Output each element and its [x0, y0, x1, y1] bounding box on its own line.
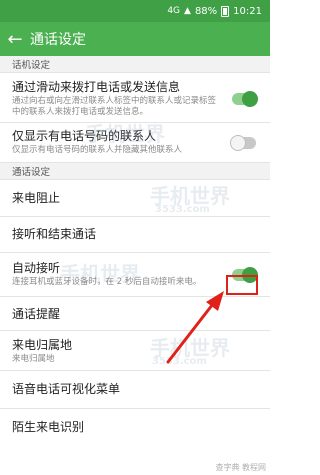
setting-visual-voice-menu[interactable]: 语音电话可视化菜单: [0, 371, 270, 409]
section-header-phone-settings: 话机设定: [0, 56, 270, 73]
setting-title: 自动接听: [12, 261, 61, 275]
section-header-call-settings: 通话设定: [0, 163, 270, 180]
status-bar: 4G ▲ 88% 10:21: [0, 0, 270, 22]
setting-subtitle: 仅显示有电话号码的联系人并隐藏其他联系人: [12, 145, 183, 155]
setting-only-contacts-with-numbers[interactable]: 仅显示有电话号码的联系人 仅显示有电话号码的联系人并隐藏其他联系人: [0, 123, 270, 163]
setting-title: 来电归属地: [12, 338, 73, 352]
footer-watermark: 查字典 教程网: [215, 463, 266, 472]
setting-subtitle: 连接耳机或蓝牙设备时，在 2 秒后自动接听来电。: [12, 277, 202, 287]
setting-subtitle: 通过向右或向左滑过联系人标签中的联系人或记录标签中的联系人来拨打电话或发送信息。: [12, 96, 217, 117]
setting-call-blocking[interactable]: 来电阻止: [0, 180, 270, 217]
toggle-knob: [230, 135, 246, 151]
setting-title: 接听和结束通话: [12, 227, 97, 241]
battery-percentage: 88%: [194, 5, 218, 17]
signal-icon: ▲: [184, 5, 191, 16]
setting-title: 通话提醒: [12, 307, 61, 321]
annotation-highlight-box: [226, 275, 258, 295]
setting-caller-location[interactable]: 来电归属地 来电归属地: [0, 331, 270, 371]
setting-title: 语音电话可视化菜单: [12, 382, 121, 396]
setting-title: 通过滑动来拨打电话或发送信息: [12, 80, 181, 94]
clock: 10:21: [233, 5, 262, 17]
setting-subtitle: 来电归属地: [12, 354, 55, 364]
setting-swipe-to-call[interactable]: 通过滑动来拨打电话或发送信息 通过向右或向左滑过联系人标签中的联系人或记录标签中…: [0, 73, 270, 123]
swipe-to-call-toggle[interactable]: [232, 91, 258, 107]
page-title: 通话设定: [30, 32, 86, 48]
setting-call-alerts[interactable]: 通话提醒: [0, 297, 270, 331]
toggle-knob: [242, 91, 258, 107]
only-contacts-with-numbers-toggle[interactable]: [230, 135, 256, 151]
app-bar: ← 通话设定: [0, 22, 270, 56]
setting-unknown-caller-id[interactable]: 陌生来电识别: [0, 409, 270, 445]
settings-list[interactable]: 话机设定 通过滑动来拨打电话或发送信息 通过向右或向左滑过联系人标签中的联系人或…: [0, 56, 270, 475]
network-type-icon: 4G: [167, 5, 181, 16]
setting-title: 来电阻止: [12, 191, 61, 205]
back-arrow-icon[interactable]: ←: [0, 22, 30, 56]
battery-icon: [221, 5, 230, 17]
setting-title: 陌生来电识别: [12, 420, 85, 434]
setting-answer-end-calls[interactable]: 接听和结束通话: [0, 217, 270, 253]
setting-title: 仅显示有电话号码的联系人: [12, 129, 157, 143]
